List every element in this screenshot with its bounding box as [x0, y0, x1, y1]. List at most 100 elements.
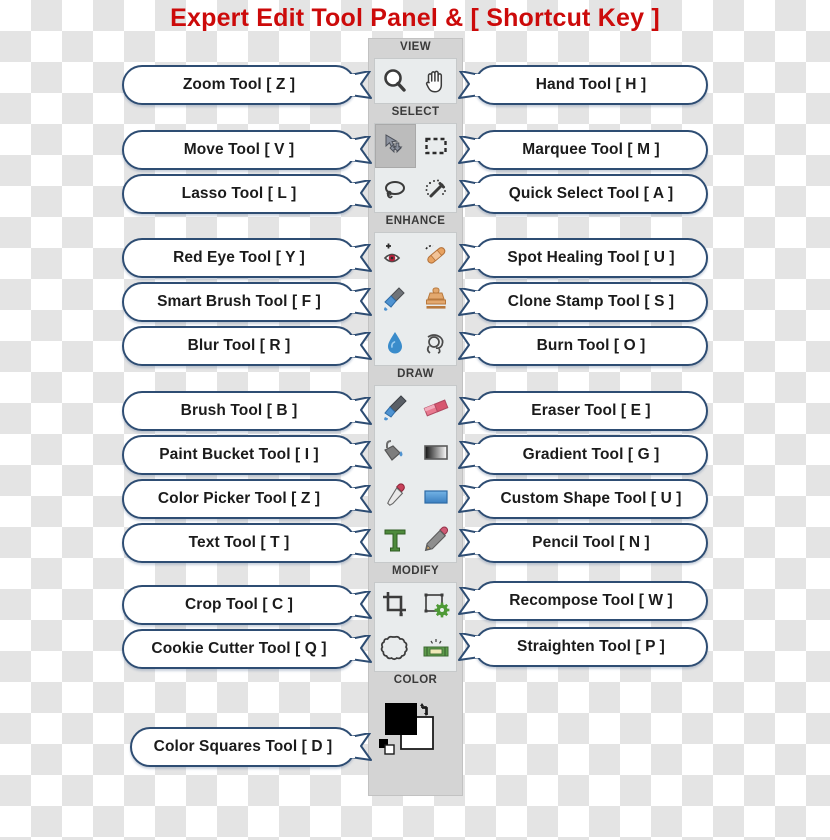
tool-text[interactable]: [375, 518, 416, 562]
callout-left-0[interactable]: Zoom Tool [ Z ]: [122, 65, 372, 105]
tool-grid-enhance: [374, 232, 457, 366]
callout-left-1[interactable]: Move Tool [ V ]: [122, 130, 372, 170]
callout-tail: [350, 244, 372, 272]
callout-tail: [458, 441, 480, 469]
tool-cookie-cutter[interactable]: [375, 627, 416, 671]
callout-right-3[interactable]: Spot Healing Tool [ U ]: [458, 238, 708, 278]
callout-body: Quick Select Tool [ A ]: [474, 174, 708, 214]
callout-left-12[interactable]: Color Squares Tool [ D ]: [130, 727, 372, 767]
callout-label: Burn Tool [ O ]: [536, 337, 646, 354]
tool-marquee[interactable]: [416, 124, 457, 168]
callout-left-3[interactable]: Red Eye Tool [ Y ]: [122, 238, 372, 278]
tool-straighten[interactable]: [416, 627, 457, 671]
callout-right-2[interactable]: Quick Select Tool [ A ]: [458, 174, 708, 214]
tool-burn[interactable]: [416, 321, 457, 365]
callout-left-11[interactable]: Cookie Cutter Tool [ Q ]: [122, 629, 372, 669]
callout-left-4[interactable]: Smart Brush Tool [ F ]: [122, 282, 372, 322]
callout-body: Eraser Tool [ E ]: [474, 391, 708, 431]
callout-left-9[interactable]: Text Tool [ T ]: [122, 523, 372, 563]
callout-tail: [350, 71, 372, 99]
callout-label: Clone Stamp Tool [ S ]: [507, 293, 675, 310]
callout-left-5[interactable]: Blur Tool [ R ]: [122, 326, 372, 366]
blue-rectangle-icon: [421, 481, 451, 511]
tool-eraser[interactable]: [416, 386, 457, 430]
callout-body: Custom Shape Tool [ U ]: [474, 479, 708, 519]
recompose-gear-icon: [421, 590, 451, 620]
callout-right-5[interactable]: Burn Tool [ O ]: [458, 326, 708, 366]
callout-left-7[interactable]: Paint Bucket Tool [ I ]: [122, 435, 372, 475]
callout-tail: [458, 397, 480, 425]
tool-grid-view: [374, 58, 457, 104]
callout-left-10[interactable]: Crop Tool [ C ]: [122, 585, 372, 625]
callout-body: Zoom Tool [ Z ]: [122, 65, 356, 105]
callout-label: Eraser Tool [ E ]: [531, 402, 651, 419]
callout-right-7[interactable]: Gradient Tool [ G ]: [458, 435, 708, 475]
callout-body: Cookie Cutter Tool [ Q ]: [122, 629, 356, 669]
tool-quick-select[interactable]: [416, 168, 457, 212]
callout-tail: [458, 587, 480, 615]
page-title: Expert Edit Tool Panel & [ Shortcut Key …: [170, 4, 660, 32]
tool-spot-healing[interactable]: [416, 233, 457, 277]
callout-right-8[interactable]: Custom Shape Tool [ U ]: [458, 479, 708, 519]
callout-right-10[interactable]: Recompose Tool [ W ]: [458, 581, 708, 621]
eyedropper-icon: [380, 481, 410, 511]
straighten-icon: [421, 634, 451, 664]
text-t-icon: [380, 525, 410, 555]
callout-tail: [350, 441, 372, 469]
tool-move[interactable]: [375, 124, 416, 168]
tool-custom-shape[interactable]: [416, 474, 457, 518]
marquee-dashed-icon: [421, 131, 451, 161]
callout-body: Clone Stamp Tool [ S ]: [474, 282, 708, 322]
tool-color-picker[interactable]: [375, 474, 416, 518]
callout-tail: [350, 529, 372, 557]
tool-gradient[interactable]: [416, 430, 457, 474]
tool-crop[interactable]: [375, 583, 416, 627]
callout-tail: [458, 332, 480, 360]
red-eye-icon: [380, 240, 410, 270]
callout-right-0[interactable]: Hand Tool [ H ]: [458, 65, 708, 105]
expert-edit-tool-panel: VIEW SELECT ENHANCE DRAW MODIFY COLOR: [368, 38, 463, 796]
tool-blur[interactable]: [375, 321, 416, 365]
callout-label: Spot Healing Tool [ U ]: [507, 249, 675, 266]
callout-right-1[interactable]: Marquee Tool [ M ]: [458, 130, 708, 170]
callout-left-6[interactable]: Brush Tool [ B ]: [122, 391, 372, 431]
tool-lasso[interactable]: [375, 168, 416, 212]
callout-tail: [350, 591, 372, 619]
color-squares-tool[interactable]: [374, 694, 457, 784]
callout-label: Color Picker Tool [ Z ]: [157, 490, 321, 507]
smart-brush-icon: [380, 284, 410, 314]
tool-zoom[interactable]: [375, 59, 416, 103]
callout-right-4[interactable]: Clone Stamp Tool [ S ]: [458, 282, 708, 322]
callout-label: Marquee Tool [ M ]: [522, 141, 660, 158]
tool-pencil[interactable]: [416, 518, 457, 562]
callout-label: Blur Tool [ R ]: [187, 337, 291, 354]
callout-right-9[interactable]: Pencil Tool [ N ]: [458, 523, 708, 563]
callout-right-6[interactable]: Eraser Tool [ E ]: [458, 391, 708, 431]
lasso-icon: [380, 175, 410, 205]
callout-tail: [458, 180, 480, 208]
tool-paint-bucket[interactable]: [375, 430, 416, 474]
section-label-enhance: ENHANCE: [385, 215, 446, 227]
tool-hand[interactable]: [416, 59, 457, 103]
callout-right-11[interactable]: Straighten Tool [ P ]: [458, 627, 708, 667]
tool-brush[interactable]: [375, 386, 416, 430]
section-label-select: SELECT: [391, 106, 440, 118]
callout-label: Brush Tool [ B ]: [180, 402, 298, 419]
callout-label: Lasso Tool [ L ]: [181, 185, 297, 202]
callout-label: Smart Brush Tool [ F ]: [157, 293, 321, 310]
tool-clone-stamp[interactable]: [416, 277, 457, 321]
callout-left-8[interactable]: Color Picker Tool [ Z ]: [122, 479, 372, 519]
callout-left-2[interactable]: Lasso Tool [ L ]: [122, 174, 372, 214]
callout-body: Marquee Tool [ M ]: [474, 130, 708, 170]
callout-label: Text Tool [ T ]: [188, 534, 290, 551]
callout-tail: [458, 633, 480, 661]
callout-tail: [458, 71, 480, 99]
tool-smart-brush[interactable]: [375, 277, 416, 321]
callout-body: Lasso Tool [ L ]: [122, 174, 356, 214]
tool-red-eye[interactable]: [375, 233, 416, 277]
crop-icon: [380, 590, 410, 620]
callout-body: Crop Tool [ C ]: [122, 585, 356, 625]
magnifier-icon: [380, 66, 410, 96]
callout-tail: [350, 332, 372, 360]
tool-recompose[interactable]: [416, 583, 457, 627]
